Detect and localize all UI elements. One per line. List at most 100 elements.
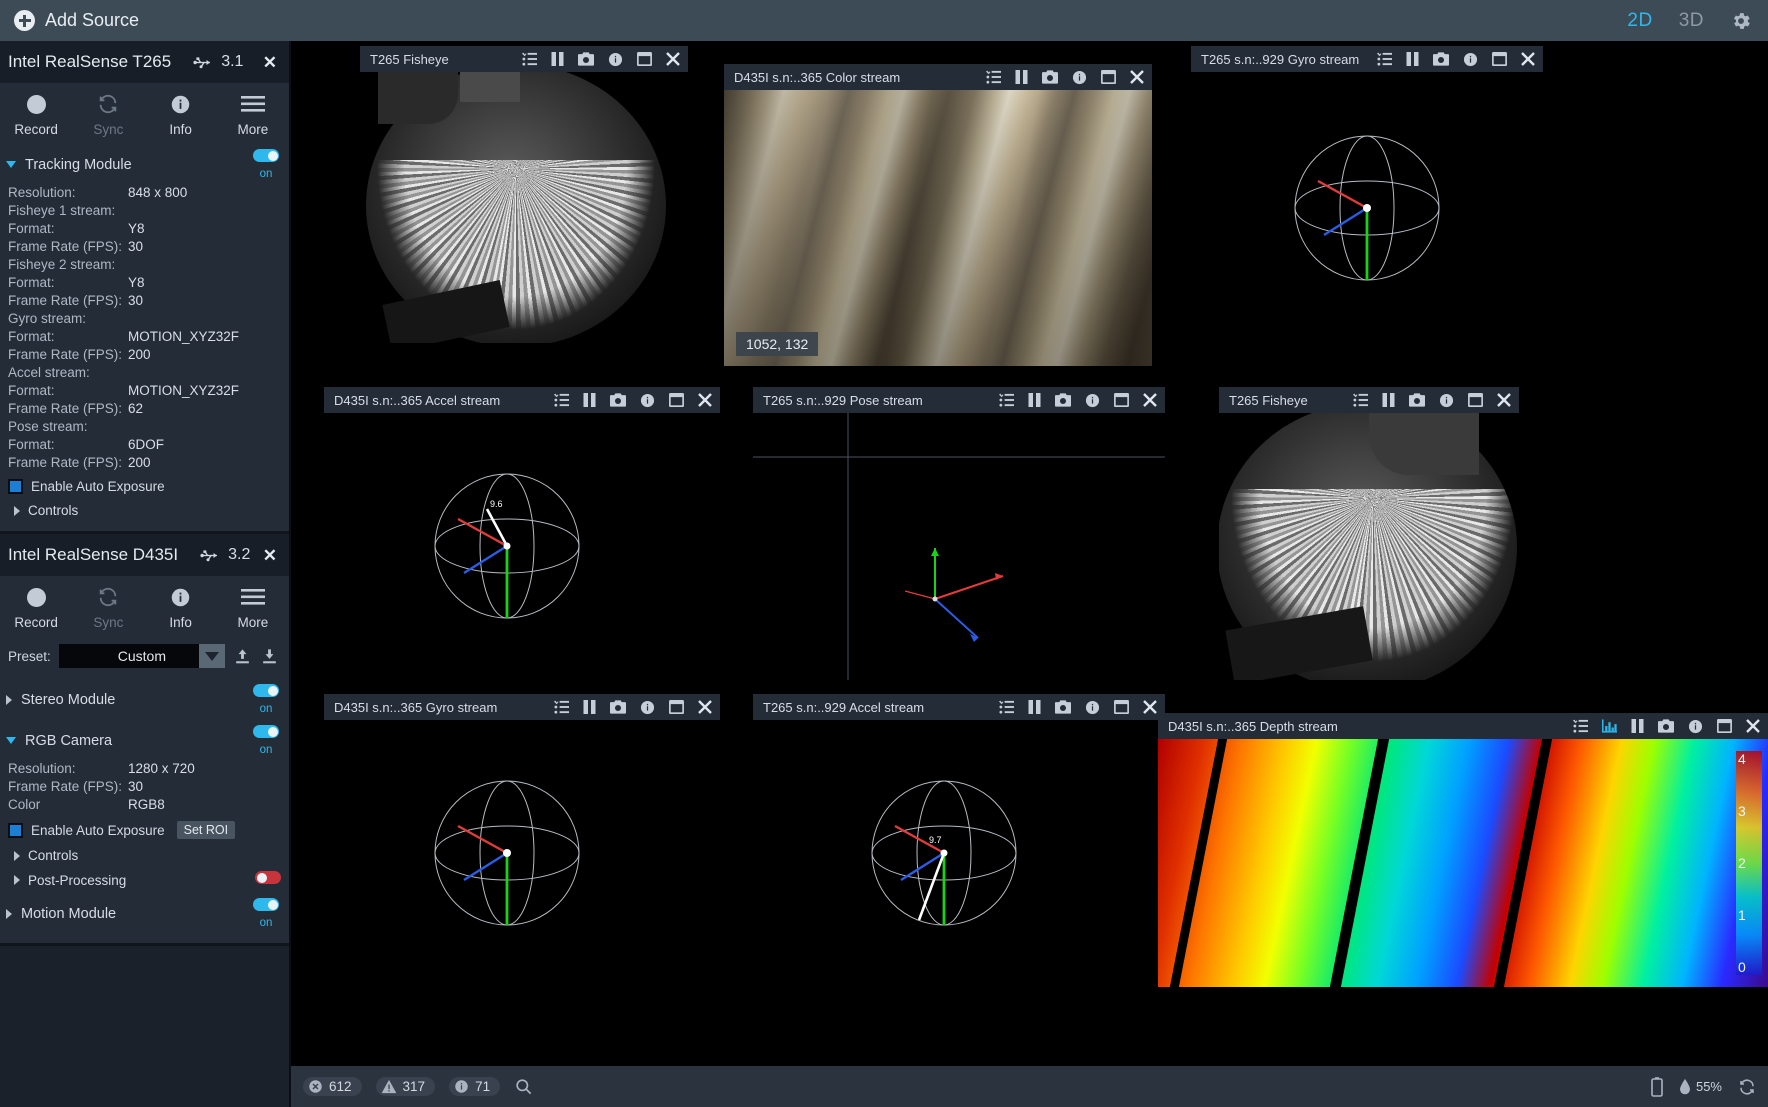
camera-snapshot-icon[interactable] (610, 700, 626, 714)
post-processing-toggle[interactable] (255, 871, 281, 889)
info-icon[interactable] (1085, 700, 1100, 715)
camera-snapshot-icon[interactable] (1042, 70, 1058, 84)
metadata-list-icon[interactable] (554, 700, 569, 714)
info-button[interactable]: Info (145, 584, 217, 630)
sync-button[interactable]: Sync (72, 91, 144, 137)
pause-icon[interactable] (1015, 70, 1028, 84)
close-device-icon[interactable]: ✕ (263, 547, 277, 564)
chevron-down-icon[interactable] (199, 644, 225, 668)
maximize-icon[interactable] (1101, 70, 1116, 84)
close-icon[interactable] (1130, 70, 1144, 84)
panel-body[interactable]: 4 3 2 1 0 (1158, 739, 1768, 987)
close-icon[interactable] (1497, 393, 1511, 407)
sync-button[interactable]: Sync (72, 584, 144, 630)
tracking-module-toggle[interactable]: on (253, 149, 279, 180)
camera-snapshot-icon[interactable] (1658, 719, 1674, 733)
camera-snapshot-icon[interactable] (610, 393, 626, 407)
warning-count-badge[interactable]: 317 (375, 1077, 436, 1096)
metadata-list-icon[interactable] (522, 52, 537, 66)
camera-snapshot-icon[interactable] (1433, 52, 1450, 66)
maximize-icon[interactable] (1114, 393, 1129, 407)
pause-icon[interactable] (1406, 52, 1419, 66)
panel-body[interactable] (324, 720, 720, 987)
more-button[interactable]: More (217, 584, 289, 630)
camera-snapshot-icon[interactable] (1409, 393, 1425, 407)
maximize-icon[interactable] (1114, 700, 1129, 714)
export-preset-icon[interactable] (260, 647, 279, 666)
stereo-module-toggle[interactable]: on (253, 684, 279, 715)
maximize-icon[interactable] (637, 52, 652, 66)
toggle-switch[interactable] (253, 898, 279, 911)
info-icon[interactable] (1688, 719, 1703, 734)
info-button[interactable]: Info (145, 91, 217, 137)
search-icon[interactable] (514, 1077, 533, 1096)
section-stereo-module[interactable]: Stereo Module on (0, 678, 289, 719)
pause-icon[interactable] (551, 52, 564, 66)
info-icon[interactable] (1463, 52, 1478, 67)
panel-body[interactable]: 9.6 (324, 413, 720, 680)
maximize-icon[interactable] (1492, 52, 1508, 66)
close-icon[interactable] (698, 393, 712, 407)
auto-exposure-checkbox[interactable] (8, 479, 23, 494)
info-icon[interactable] (1072, 70, 1087, 85)
panel-body[interactable]: 9.7 (753, 720, 1165, 987)
pause-icon[interactable] (1028, 393, 1041, 407)
close-device-icon[interactable]: ✕ (263, 54, 277, 71)
section-rgb-camera[interactable]: RGB Camera on (0, 719, 289, 760)
pause-icon[interactable] (583, 393, 596, 407)
pause-icon[interactable] (1028, 700, 1041, 714)
metadata-list-icon[interactable] (1353, 393, 1368, 407)
panel-body[interactable] (360, 72, 688, 343)
metadata-list-icon[interactable] (986, 70, 1001, 84)
view-mode-2d[interactable]: 2D (1627, 10, 1652, 32)
metadata-list-icon[interactable] (999, 393, 1014, 407)
toggle-switch[interactable] (253, 725, 279, 738)
add-source-button[interactable]: Add Source (0, 10, 139, 31)
maximize-icon[interactable] (669, 700, 684, 714)
panel-body[interactable] (753, 413, 1165, 680)
maximize-icon[interactable] (1468, 393, 1483, 407)
info-icon[interactable] (640, 700, 655, 715)
controls-expander-d435i[interactable]: Controls (0, 843, 289, 866)
metadata-list-icon[interactable] (554, 393, 569, 407)
auto-exposure-row-t265[interactable]: Enable Auto Exposure (0, 472, 289, 498)
panel-body[interactable] (1191, 72, 1543, 343)
gear-icon[interactable] (1730, 10, 1752, 32)
controls-expander-t265[interactable]: Controls (0, 498, 289, 521)
metadata-list-icon[interactable] (1377, 52, 1393, 66)
info-count-badge[interactable]: 71 (449, 1077, 501, 1096)
camera-snapshot-icon[interactable] (1055, 700, 1071, 714)
info-icon[interactable] (608, 52, 623, 67)
close-icon[interactable] (698, 700, 712, 714)
histogram-icon[interactable] (1602, 719, 1617, 733)
camera-snapshot-icon[interactable] (578, 52, 594, 66)
pause-icon[interactable] (1382, 393, 1395, 407)
auto-exposure-row-d435i[interactable]: Enable Auto Exposure Set ROI (0, 814, 289, 843)
info-icon[interactable] (1439, 393, 1454, 408)
panel-body[interactable]: 1052, 132 (724, 90, 1152, 366)
error-count-badge[interactable]: 612 (303, 1077, 362, 1096)
rgb-camera-toggle[interactable]: on (253, 725, 279, 756)
more-button[interactable]: More (217, 91, 289, 137)
preset-dropdown[interactable]: Custom (58, 644, 225, 668)
set-roi-button[interactable]: Set ROI (176, 821, 236, 839)
close-icon[interactable] (666, 52, 680, 66)
metadata-list-icon[interactable] (1573, 719, 1588, 733)
post-processing-expander[interactable]: Post-Processing (0, 866, 289, 892)
pause-icon[interactable] (583, 700, 596, 714)
auto-exposure-checkbox[interactable] (8, 822, 23, 838)
view-mode-3d[interactable]: 3D (1679, 10, 1704, 32)
record-button[interactable]: Record (0, 584, 72, 630)
info-icon[interactable] (640, 393, 655, 408)
camera-snapshot-icon[interactable] (1055, 393, 1071, 407)
maximize-icon[interactable] (669, 393, 684, 407)
import-preset-icon[interactable] (233, 647, 252, 666)
close-icon[interactable] (1143, 700, 1157, 714)
maximize-icon[interactable] (1717, 719, 1732, 733)
close-icon[interactable] (1521, 52, 1536, 66)
toggle-switch[interactable] (253, 684, 279, 697)
toggle-switch[interactable] (255, 871, 281, 884)
metadata-list-icon[interactable] (999, 700, 1014, 714)
close-icon[interactable] (1143, 393, 1157, 407)
motion-module-toggle[interactable]: on (253, 898, 279, 929)
